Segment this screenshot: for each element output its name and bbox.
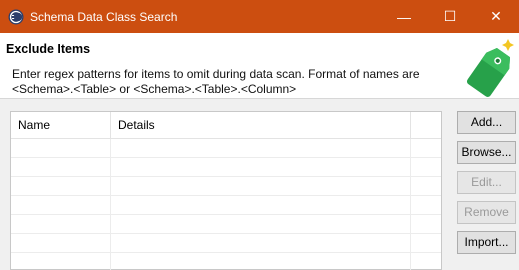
table-row[interactable] [11, 139, 441, 158]
table-row[interactable] [11, 177, 441, 196]
table-cell [111, 139, 411, 158]
table-cell [411, 158, 441, 177]
table-cell [411, 253, 441, 270]
column-header-details[interactable]: Details [111, 112, 411, 139]
table-cell [411, 215, 441, 234]
column-header-name[interactable]: Name [11, 112, 111, 139]
dialog-header: Exclude Items Enter regex patterns for i… [0, 33, 519, 99]
window-title: Schema Data Class Search [30, 9, 178, 24]
close-button[interactable]: ✕ [473, 0, 519, 33]
exclude-items-table[interactable]: Name Details [10, 111, 442, 270]
action-buttons: Add... Browse... Edit... Remove Import..… [457, 111, 517, 261]
table-cell [11, 234, 111, 253]
table-cell [411, 234, 441, 253]
table-row[interactable] [11, 215, 441, 234]
table-cell [111, 196, 411, 215]
table-cell [11, 196, 111, 215]
table-row[interactable] [11, 234, 441, 253]
minimize-button[interactable]: — [381, 0, 427, 33]
eclipse-icon [8, 9, 24, 25]
title-bar: Schema Data Class Search — ☐ ✕ [0, 0, 519, 33]
remove-button[interactable]: Remove [457, 201, 516, 224]
table-cell [11, 177, 111, 196]
table-header: Name Details [11, 112, 441, 139]
table-row[interactable] [11, 196, 441, 215]
browse-button[interactable]: Browse... [457, 141, 516, 164]
table-row[interactable] [11, 253, 441, 270]
dialog-description: Enter regex patterns for items to omit d… [12, 67, 452, 97]
table-cell [411, 139, 441, 158]
maximize-button[interactable]: ☐ [427, 0, 473, 33]
table-cell [11, 215, 111, 234]
table-cell [411, 196, 441, 215]
green-tag-icon [466, 39, 514, 97]
table-cell [11, 158, 111, 177]
table-cell [111, 158, 411, 177]
import-button[interactable]: Import... [457, 231, 516, 254]
table-cell [111, 234, 411, 253]
add-button[interactable]: Add... [457, 111, 516, 134]
table-row[interactable] [11, 158, 441, 177]
column-header-filler [411, 112, 441, 139]
table-cell [11, 253, 111, 270]
window-controls: — ☐ ✕ [381, 0, 519, 33]
table-cell [111, 253, 411, 270]
edit-button[interactable]: Edit... [457, 171, 516, 194]
table-cell [111, 177, 411, 196]
description-line-2: <Schema>.<Table> or <Schema>.<Table>.<Co… [12, 82, 297, 96]
table-cell [411, 177, 441, 196]
dialog-heading: Exclude Items [6, 42, 91, 56]
table-cell [11, 139, 111, 158]
table-cell [111, 215, 411, 234]
description-line-1: Enter regex patterns for items to omit d… [12, 67, 420, 81]
